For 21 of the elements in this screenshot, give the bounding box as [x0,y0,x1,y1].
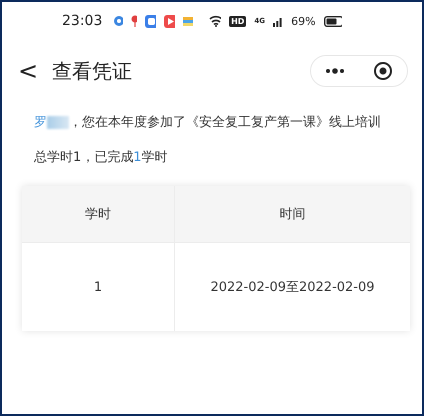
table-cell: 2022-02-09至2022-02-09 [174,242,410,331]
table-cell: 1 [22,242,174,331]
play-app-icon [164,14,176,28]
column-header: 时间 [174,186,410,242]
notification-icon [114,16,123,26]
hours-summary: 总学时1，已完成1学时 [34,149,169,166]
app-icon [145,14,156,28]
more-icon[interactable] [325,68,345,74]
back-button[interactable]: < [18,57,48,85]
column-header: 学时 [22,186,174,242]
location-pin-icon [130,15,138,27]
wifi-icon [209,15,222,27]
hd-badge: HD [229,16,246,26]
battery-percent: 69% [291,14,316,28]
training-notice: ，您在本年度参加了《安全复工复产第一课》线上培训 [69,114,381,131]
battery-icon [324,16,342,26]
signal-icon [273,15,284,27]
page-title: 查看凭证 [52,58,132,84]
stack-app-icon [183,16,194,26]
user-name: 罗 [34,114,47,131]
status-time: 23:03 [62,13,102,29]
